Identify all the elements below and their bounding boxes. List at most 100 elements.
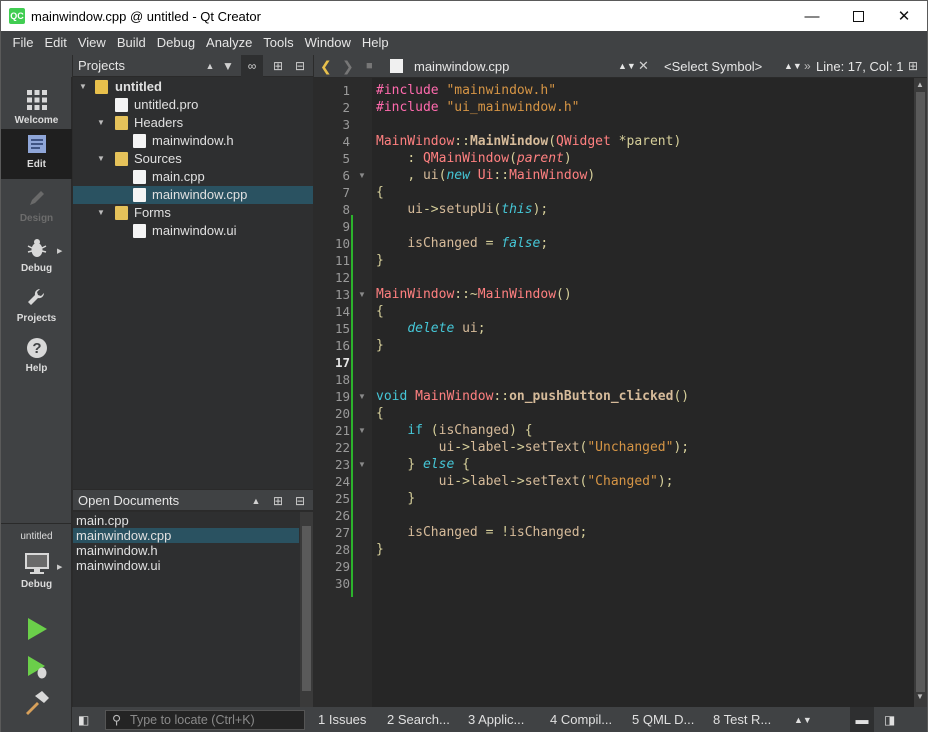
close-pane-icon[interactable]: ⊟ bbox=[289, 55, 311, 77]
progress-details-icon[interactable]: ▬ bbox=[850, 707, 874, 732]
line-number-gutter[interactable]: 1 2 3 4 5 6 ▼ 7 8 9 10 11 12 13 ▼ 14 15 16 17 18 19 ▼ 20 21 ▼ 22 2… bbox=[314, 78, 372, 707]
code-line[interactable]: } bbox=[376, 252, 384, 269]
tree-item-folder[interactable]: ▼ Headers bbox=[73, 114, 313, 132]
run-button[interactable] bbox=[23, 615, 51, 643]
tree-item-project[interactable]: ▼ untitled bbox=[73, 78, 313, 96]
code-line[interactable]: ui->setupUi(this); bbox=[376, 201, 548, 218]
toggle-right-sidebar-icon[interactable]: ◨ bbox=[884, 707, 895, 732]
mode-help[interactable]: ? Help bbox=[1, 333, 72, 383]
code-line[interactable]: ui->label->setText("Unchanged"); bbox=[376, 439, 689, 456]
output-pane-issues[interactable]: 1 Issues bbox=[318, 707, 366, 732]
mode-projects[interactable]: Projects bbox=[1, 283, 72, 333]
filter-icon[interactable]: ▼ bbox=[217, 55, 239, 77]
link-with-editor-icon[interactable]: ∞ bbox=[241, 55, 263, 77]
file-dropdown-icon[interactable]: ▲▼ bbox=[618, 61, 636, 71]
code-line[interactable]: : QMainWindow(parent) bbox=[376, 150, 571, 167]
open-documents-scrollbar[interactable] bbox=[300, 512, 313, 707]
mode-edit[interactable]: Edit bbox=[1, 129, 72, 179]
current-file-name[interactable]: mainwindow.cpp bbox=[414, 59, 509, 74]
expand-arrow-icon[interactable]: ▼ bbox=[97, 114, 105, 132]
scrollbar-thumb[interactable] bbox=[302, 526, 311, 691]
code-line[interactable]: MainWindow::~MainWindow() bbox=[376, 286, 572, 303]
code-line[interactable]: isChanged = false; bbox=[376, 235, 548, 252]
code-line[interactable]: } else { bbox=[376, 456, 470, 473]
kit-selector[interactable]: Debug ▶ bbox=[1, 549, 72, 599]
close-pane-icon[interactable]: ⊟ bbox=[289, 490, 311, 512]
open-document-item[interactable]: mainwindow.ui bbox=[73, 558, 299, 573]
menu-debug[interactable]: Debug bbox=[151, 31, 200, 55]
open-document-item-selected[interactable]: mainwindow.cpp bbox=[73, 528, 299, 543]
start-debugging-button[interactable] bbox=[23, 653, 51, 681]
symbol-selector[interactable]: <Select Symbol> bbox=[664, 59, 762, 74]
code-line[interactable]: if (isChanged) { bbox=[376, 422, 532, 439]
cursor-position[interactable]: Line: 17, Col: 1 bbox=[816, 59, 903, 74]
close-window-button[interactable]: ✕ bbox=[881, 1, 927, 31]
code-line[interactable]: { bbox=[376, 405, 384, 422]
menu-file[interactable]: File bbox=[7, 31, 39, 55]
code-line[interactable]: #include "ui_mainwindow.h" bbox=[376, 99, 580, 116]
mode-debug[interactable]: Debug ▶ bbox=[1, 233, 72, 283]
code-line[interactable]: { bbox=[376, 184, 384, 201]
editor-scrollbar[interactable]: ▲ ▼ bbox=[914, 78, 927, 707]
menu-analyze[interactable]: Analyze bbox=[201, 31, 258, 55]
expand-arrow-icon[interactable]: ▼ bbox=[79, 78, 87, 96]
menu-edit[interactable]: Edit bbox=[39, 31, 72, 55]
code-line[interactable]: MainWindow::MainWindow(QWidget *parent) bbox=[376, 133, 681, 150]
navigate-forward-icon[interactable]: ❯ bbox=[342, 58, 354, 75]
toggle-sidebar-icon[interactable]: ◧ bbox=[78, 707, 89, 732]
code-line[interactable]: #include "mainwindow.h" bbox=[376, 82, 556, 99]
open-document-item[interactable]: main.cpp bbox=[73, 513, 299, 528]
close-document-icon[interactable]: ✕ bbox=[638, 58, 649, 74]
code-line[interactable]: } bbox=[376, 541, 384, 558]
output-pane-application[interactable]: 3 Applic... bbox=[468, 707, 524, 732]
open-document-item[interactable]: mainwindow.h bbox=[73, 543, 299, 558]
code-line[interactable]: isChanged = !isChanged; bbox=[376, 524, 587, 541]
fold-marker-icon[interactable]: ▼ bbox=[358, 388, 366, 405]
menu-window[interactable]: Window bbox=[299, 31, 356, 55]
maximize-button[interactable] bbox=[835, 1, 881, 31]
output-pane-qml-debugger[interactable]: 5 QML D... bbox=[632, 707, 694, 732]
scrollbar-thumb[interactable] bbox=[916, 92, 925, 692]
view-selector-updown-icon[interactable]: ▲ bbox=[245, 490, 267, 512]
tree-item-folder[interactable]: ▼ Forms bbox=[73, 204, 313, 222]
code-editor[interactable]: #include "mainwindow.h" #include "ui_main… bbox=[372, 78, 914, 707]
menu-build[interactable]: Build bbox=[111, 31, 151, 55]
code-line[interactable]: , ui(new Ui::MainWindow) bbox=[376, 167, 595, 184]
tree-item-file[interactable]: mainwindow.h bbox=[73, 132, 313, 150]
output-pane-test-results[interactable]: 8 Test R... bbox=[713, 707, 771, 732]
build-button[interactable] bbox=[23, 689, 51, 717]
menu-view[interactable]: View bbox=[72, 31, 111, 55]
scroll-down-icon[interactable]: ▼ bbox=[916, 692, 924, 701]
scroll-up-icon[interactable]: ▲ bbox=[916, 80, 924, 89]
tree-item-file[interactable]: main.cpp bbox=[73, 168, 313, 186]
symbol-dropdown-icon[interactable]: ▲▼ bbox=[784, 61, 802, 71]
mode-design[interactable]: Design bbox=[1, 183, 72, 233]
code-line[interactable]: } bbox=[376, 337, 384, 354]
split-pane-icon[interactable]: ⊞ bbox=[267, 490, 289, 512]
tree-item-folder[interactable]: ▼ Sources bbox=[73, 150, 313, 168]
mode-welcome[interactable]: Welcome bbox=[1, 85, 72, 135]
split-pane-icon[interactable]: ⊞ bbox=[267, 55, 289, 77]
fold-marker-icon[interactable]: ▼ bbox=[358, 422, 366, 439]
output-pane-search[interactable]: 2 Search... bbox=[387, 707, 450, 732]
navigate-back-icon[interactable]: ❮ bbox=[320, 58, 332, 75]
split-editor-icon[interactable]: ⊞ bbox=[908, 59, 918, 73]
code-line[interactable]: ui->label->setText("Changed"); bbox=[376, 473, 674, 490]
tree-item-file-selected[interactable]: mainwindow.cpp bbox=[73, 186, 313, 204]
expand-arrow-icon[interactable]: ▼ bbox=[97, 204, 105, 222]
tree-item-file[interactable]: untitled.pro bbox=[73, 96, 313, 114]
tree-item-file[interactable]: mainwindow.ui bbox=[73, 222, 313, 240]
output-pane-compile[interactable]: 4 Compil... bbox=[550, 707, 612, 732]
more-panes-updown-icon[interactable]: ▲▼ bbox=[794, 707, 812, 732]
code-line[interactable]: void MainWindow::on_pushButton_clicked() bbox=[376, 388, 689, 405]
code-line[interactable]: { bbox=[376, 303, 384, 320]
expand-arrow-icon[interactable]: ▼ bbox=[97, 150, 105, 168]
more-options-icon[interactable]: » bbox=[804, 59, 811, 73]
code-line[interactable]: delete ui; bbox=[376, 320, 485, 337]
menu-tools[interactable]: Tools bbox=[258, 31, 299, 55]
menu-help[interactable]: Help bbox=[356, 31, 394, 55]
fold-marker-icon[interactable]: ▼ bbox=[358, 286, 366, 303]
fold-marker-icon[interactable]: ▼ bbox=[358, 456, 366, 473]
fold-marker-icon[interactable]: ▼ bbox=[358, 167, 366, 184]
minimize-button[interactable]: — bbox=[789, 1, 835, 31]
